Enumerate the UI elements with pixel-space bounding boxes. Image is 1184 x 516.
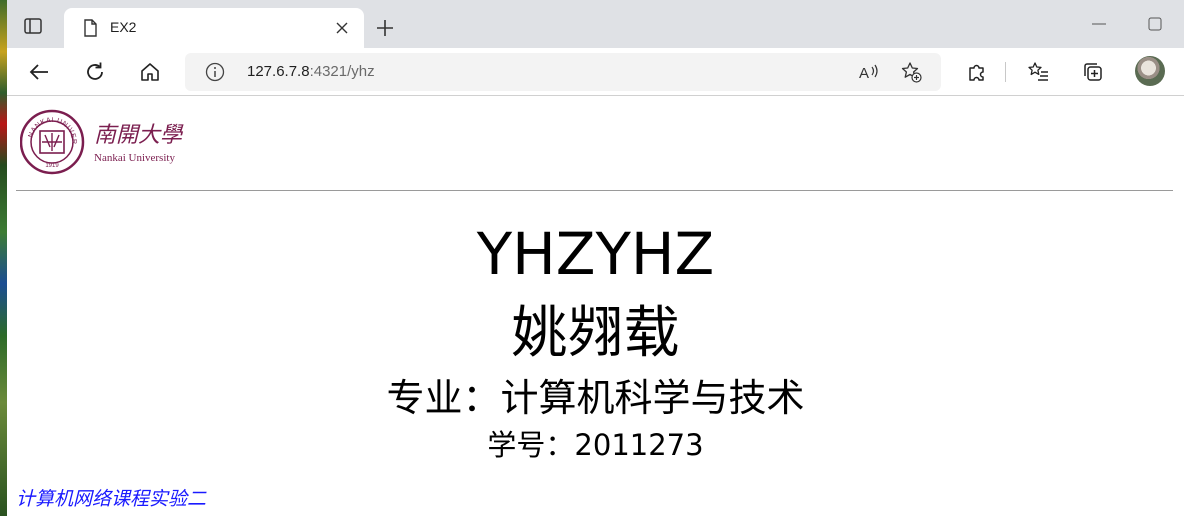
student-name: 姚翙载 <box>511 301 680 366</box>
url-host: 127.6.7.8 <box>247 63 310 80</box>
nankai-university-logo: NANKAI UNIVERSITY 1919 南開大學 Nankai Unive… <box>17 104 210 175</box>
svg-text:A: A <box>859 65 869 82</box>
desktop-background-strip <box>0 0 7 516</box>
page-title: YHZYHZ <box>476 220 715 288</box>
site-info-icon[interactable] <box>205 62 225 82</box>
url-text[interactable]: 127.6.7.8:4321/yhz <box>247 63 375 80</box>
favorites-list-icon[interactable] <box>1024 58 1052 86</box>
home-icon[interactable] <box>136 58 164 86</box>
add-favorite-icon[interactable] <box>899 61 923 83</box>
profile-avatar[interactable] <box>1135 56 1165 86</box>
close-icon[interactable] <box>332 18 352 38</box>
maximize-icon[interactable] <box>1145 14 1165 34</box>
page-icon <box>80 18 100 38</box>
tab-actions-icon[interactable] <box>21 14 45 38</box>
tab-title: EX2 <box>110 19 137 35</box>
back-arrow-icon[interactable] <box>25 58 53 86</box>
minimize-icon[interactable] <box>1089 14 1109 34</box>
svg-text:1919: 1919 <box>45 163 59 169</box>
svg-text:Nankai University: Nankai University <box>94 152 175 164</box>
tab-active[interactable]: EX2 <box>64 8 364 48</box>
course-experiment-link[interactable]: 计算机网络课程实验二 <box>16 484 206 511</box>
toolbar-divider <box>1005 62 1006 82</box>
tab-bar: EX2 <box>7 0 1184 48</box>
page-content: NANKAI UNIVERSITY 1919 南開大學 Nankai Unive… <box>7 97 1184 516</box>
url-path: :4321/yhz <box>309 63 375 80</box>
browser-window: EX2 127.6.7.8:4321/yhz A NANKAI UNIVER 1… <box>7 0 1184 516</box>
address-bar[interactable]: 127.6.7.8:4321/yhz A <box>185 53 941 91</box>
collections-icon[interactable] <box>1079 58 1107 86</box>
major-text: 专业：计算机科学与技术 <box>386 376 805 420</box>
navigation-toolbar: 127.6.7.8:4321/yhz A <box>7 48 1184 96</box>
student-id-text: 学号：2011273 <box>487 428 704 462</box>
refresh-icon[interactable] <box>81 58 109 86</box>
extensions-puzzle-icon[interactable] <box>963 58 991 86</box>
read-aloud-icon[interactable]: A <box>857 61 881 83</box>
new-tab-plus-icon[interactable] <box>373 16 397 40</box>
header-divider <box>16 190 1173 191</box>
svg-text:南開大學: 南開大學 <box>94 123 184 148</box>
